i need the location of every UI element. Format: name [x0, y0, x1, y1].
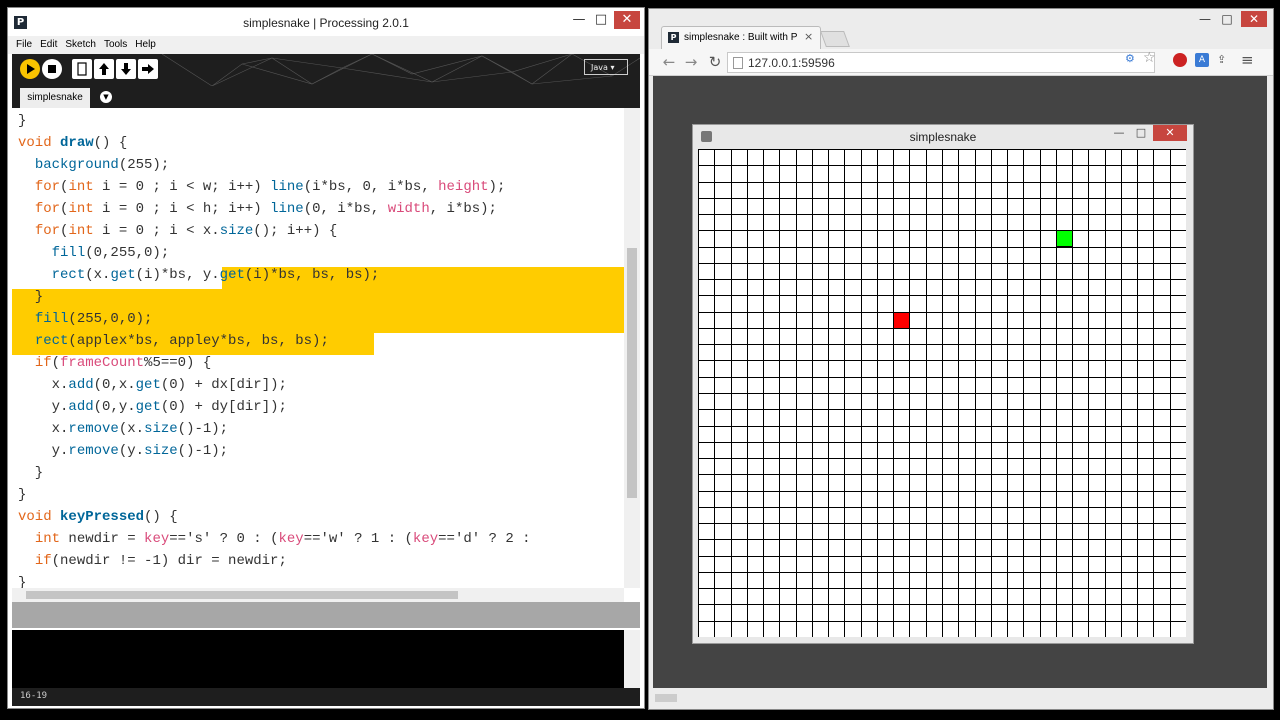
processing-ide-window: P simplesnake | Processing 2.0.1 — □ ✕ F…: [7, 7, 645, 709]
code-line: if(newdir != -1) dir = newdir;: [34, 553, 287, 569]
console-scrollbar[interactable]: [624, 630, 640, 688]
close-button[interactable]: ✕: [614, 11, 640, 29]
code-line: }: [18, 113, 27, 129]
code-line: y.add(0,y.get(0) + dy[dir]);: [18, 399, 287, 415]
ide-window-title: simplesnake | Processing 2.0.1: [243, 16, 409, 30]
address-bar[interactable]: 127.0.0.1:59596: [727, 52, 1155, 73]
bookmark-star-icon[interactable]: ☆: [1143, 50, 1156, 66]
code-line: for(int i = 0 ; i < w; i++) line(i*bs, 0…: [34, 179, 506, 195]
sketch-window: simplesnake — □ ✕: [692, 124, 1194, 644]
code-line: y.remove(y.size()-1);: [18, 443, 229, 459]
status-bar: 16-19: [12, 688, 640, 706]
editor-horizontal-scrollbar[interactable]: [12, 588, 624, 602]
code-line: x.remove(x.size()-1);: [18, 421, 229, 437]
sketch-minimize-button[interactable]: —: [1109, 125, 1129, 141]
sketch-canvas[interactable]: [698, 149, 1187, 641]
sketch-tab-bar: simplesnake ▼: [12, 86, 640, 108]
console-output[interactable]: [12, 630, 624, 688]
browser-minimize-button[interactable]: —: [1195, 11, 1215, 27]
scrollbar-thumb[interactable]: [627, 248, 637, 498]
code-line: }: [18, 487, 27, 503]
code-line: x.add(0,x.get(0) + dx[dir]);: [18, 377, 287, 393]
code-editor[interactable]: } void draw() { background(255); for(int …: [12, 108, 624, 588]
reload-icon[interactable]: ↻: [705, 52, 725, 72]
browser-tab[interactable]: P simplesnake : Built with Pr ×: [661, 26, 821, 49]
stop-button[interactable]: [42, 59, 62, 79]
message-area: [12, 602, 640, 628]
code-line: rect(x.get(i)*bs, y.get(i)*bs, bs, bs);: [51, 267, 380, 283]
translate-icon[interactable]: ⚙: [1125, 52, 1135, 65]
browser-toolbar: ← → ↻ 127.0.0.1:59596 ⚙ ☆ A ⇪ ≡: [649, 49, 1273, 76]
page-icon: [733, 57, 743, 69]
browser-bottom-bar: [649, 689, 1273, 709]
tab-menu-arrow-icon[interactable]: ▼: [100, 91, 112, 103]
tab-close-icon[interactable]: ×: [804, 30, 813, 43]
processing-favicon-icon: P: [668, 32, 679, 43]
scrollbar-thumb[interactable]: [26, 591, 458, 599]
code-line: for(int i = 0 ; i < x.size(); i++) {: [34, 223, 338, 239]
menu-bar: File Edit Sketch Tools Help: [8, 36, 644, 54]
forward-arrow-icon[interactable]: →: [681, 52, 701, 72]
editor-vertical-scrollbar[interactable]: [624, 108, 640, 588]
save-button[interactable]: [116, 59, 136, 79]
code-line: void keyPressed() {: [18, 509, 178, 525]
code-line: if(frameCount%5==0) {: [34, 355, 212, 371]
snake-segment: [1056, 230, 1073, 247]
adblock-extension-icon[interactable]: [1173, 53, 1187, 67]
tab-simplesnake[interactable]: simplesnake: [20, 88, 90, 108]
code-line: int newdir = key=='s' ? 0 : (key=='w' ? …: [34, 531, 531, 547]
run-button[interactable]: [20, 59, 40, 79]
browser-maximize-button[interactable]: □: [1217, 11, 1237, 27]
maximize-button[interactable]: □: [590, 11, 612, 29]
code-line: }: [18, 289, 44, 305]
new-tab-button[interactable]: [820, 31, 850, 47]
code-line: fill(255,0,0);: [34, 311, 153, 327]
ide-toolbar: Java ▾: [12, 54, 640, 86]
menu-file[interactable]: File: [8, 36, 36, 50]
apple: [893, 312, 910, 329]
code-line: background(255);: [34, 157, 170, 173]
browser-scrollbar-thumb[interactable]: [655, 694, 677, 702]
sketch-maximize-button[interactable]: □: [1131, 125, 1151, 141]
hamburger-menu-icon[interactable]: ≡: [1241, 51, 1254, 69]
url-text: 127.0.0.1:59596: [748, 56, 835, 70]
translate-extension-icon[interactable]: A: [1195, 53, 1209, 67]
menu-sketch[interactable]: Sketch: [61, 36, 100, 50]
sketch-close-button[interactable]: ✕: [1153, 125, 1187, 141]
browser-tab-title: simplesnake : Built with Pr: [684, 32, 798, 43]
export-button[interactable]: [138, 59, 158, 79]
code-line: rect(applex*bs, appley*bs, bs, bs);: [34, 333, 329, 349]
mode-selector[interactable]: Java ▾: [584, 59, 628, 75]
code-line: void draw() {: [18, 135, 128, 151]
menu-edit[interactable]: Edit: [36, 36, 61, 50]
code-line: }: [18, 465, 44, 481]
new-sketch-button[interactable]: [72, 59, 92, 79]
open-button[interactable]: [94, 59, 114, 79]
snake-grid: [698, 149, 1187, 638]
share-icon[interactable]: ⇪: [1217, 53, 1226, 66]
line-number-indicator: 16-19: [20, 691, 48, 701]
code-line: fill(0,255,0);: [51, 245, 170, 261]
menu-tools[interactable]: Tools: [100, 36, 131, 50]
menu-help[interactable]: Help: [131, 36, 160, 50]
minimize-button[interactable]: —: [568, 11, 590, 29]
code-line: for(int i = 0 ; i < h; i++) line(0, i*bs…: [34, 201, 497, 217]
code-line: }: [18, 575, 27, 588]
back-arrow-icon[interactable]: ←: [659, 52, 679, 72]
ide-titlebar: P simplesnake | Processing 2.0.1 — □ ✕: [8, 8, 644, 36]
browser-close-button[interactable]: ✕: [1241, 11, 1267, 27]
